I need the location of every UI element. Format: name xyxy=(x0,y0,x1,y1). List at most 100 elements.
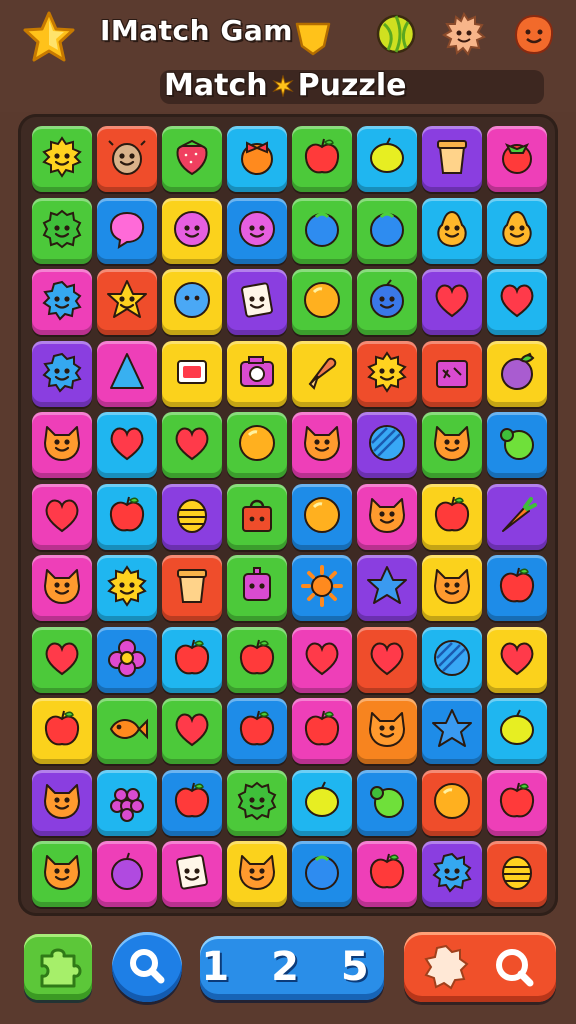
board-tile[interactable] xyxy=(227,197,287,264)
board-tile[interactable] xyxy=(97,197,157,264)
board-tile[interactable] xyxy=(162,197,222,264)
board-tile[interactable] xyxy=(32,555,92,621)
board-tile[interactable] xyxy=(487,841,547,907)
board-tile[interactable] xyxy=(97,126,157,192)
board-tile[interactable] xyxy=(227,412,287,478)
board-tile[interactable] xyxy=(487,698,547,764)
board-tile[interactable] xyxy=(292,698,352,764)
search-button[interactable] xyxy=(112,932,182,1002)
board-tile[interactable] xyxy=(422,126,482,192)
board-tile[interactable] xyxy=(162,412,222,478)
fig-icon xyxy=(501,352,535,390)
board-tile[interactable] xyxy=(422,769,482,836)
board-tile[interactable] xyxy=(97,769,157,836)
board-tile[interactable] xyxy=(487,769,547,836)
board-tile[interactable] xyxy=(357,412,417,478)
board-tile[interactable] xyxy=(227,626,287,693)
hint-button[interactable] xyxy=(24,934,92,1000)
shop-button[interactable] xyxy=(404,932,556,1002)
board-tile[interactable] xyxy=(162,126,222,192)
board-tile[interactable] xyxy=(422,197,482,264)
board-tile[interactable] xyxy=(97,269,157,335)
board-tile[interactable] xyxy=(357,626,417,693)
board-tile[interactable] xyxy=(97,483,157,550)
board-tile[interactable] xyxy=(357,269,417,335)
board-tile[interactable] xyxy=(162,555,222,621)
board-tile[interactable] xyxy=(162,483,222,550)
board-tile[interactable] xyxy=(32,769,92,836)
board-tile[interactable] xyxy=(227,698,287,764)
board-tile[interactable] xyxy=(422,269,482,335)
board-tile[interactable] xyxy=(357,340,417,407)
board-tile[interactable] xyxy=(32,412,92,478)
board-tile[interactable] xyxy=(97,841,157,907)
board-tile[interactable] xyxy=(97,412,157,478)
board-tile[interactable] xyxy=(162,626,222,693)
board-tile[interactable] xyxy=(227,269,287,335)
board-tile[interactable] xyxy=(422,555,482,621)
board-tile[interactable] xyxy=(32,197,92,264)
board-tile[interactable] xyxy=(97,626,157,693)
board-tile[interactable] xyxy=(422,698,482,764)
board-tile[interactable] xyxy=(32,626,92,693)
board-tile[interactable] xyxy=(162,340,222,407)
board-tile[interactable] xyxy=(357,555,417,621)
board-tile[interactable] xyxy=(357,126,417,192)
board-tile[interactable] xyxy=(32,841,92,907)
board-tile[interactable] xyxy=(487,340,547,407)
board-tile[interactable] xyxy=(357,841,417,907)
board-tile[interactable] xyxy=(292,555,352,621)
board-tile[interactable] xyxy=(162,698,222,764)
board-tile[interactable] xyxy=(422,412,482,478)
board-tile[interactable] xyxy=(292,626,352,693)
board-tile[interactable] xyxy=(487,555,547,621)
board-tile[interactable] xyxy=(227,483,287,550)
board-tile[interactable] xyxy=(487,197,547,264)
game-title: IMatch Gam xyxy=(100,14,293,47)
board-tile[interactable] xyxy=(227,555,287,621)
board-tile[interactable] xyxy=(487,412,547,478)
board-tile[interactable] xyxy=(422,626,482,693)
board-tile[interactable] xyxy=(97,340,157,407)
board-tile[interactable] xyxy=(292,483,352,550)
board-tile[interactable] xyxy=(292,841,352,907)
board-tile[interactable] xyxy=(97,555,157,621)
board-tile[interactable] xyxy=(162,841,222,907)
board-tile[interactable] xyxy=(292,340,352,407)
board-tile[interactable] xyxy=(227,340,287,407)
board-tile[interactable] xyxy=(32,698,92,764)
board-tile[interactable] xyxy=(357,769,417,836)
board-tile[interactable] xyxy=(32,340,92,407)
cat-face-icon xyxy=(44,569,80,604)
board-tile[interactable] xyxy=(422,340,482,407)
blueberry-icon xyxy=(370,212,404,247)
board-tile[interactable] xyxy=(227,769,287,836)
board-tile[interactable] xyxy=(292,412,352,478)
board-tile[interactable] xyxy=(357,197,417,264)
board-tile[interactable] xyxy=(97,698,157,764)
star-icon xyxy=(367,566,407,604)
board-tile[interactable] xyxy=(487,483,547,550)
board-tile[interactable] xyxy=(422,483,482,550)
board-tile[interactable] xyxy=(357,483,417,550)
board-tile[interactable] xyxy=(32,483,92,550)
board-tile[interactable] xyxy=(357,698,417,764)
board-tile[interactable] xyxy=(292,269,352,335)
orange-face-icon[interactable] xyxy=(512,12,556,56)
board-tile[interactable] xyxy=(162,769,222,836)
board-tile[interactable] xyxy=(487,126,547,192)
board-tile[interactable] xyxy=(487,269,547,335)
board-tile[interactable] xyxy=(292,197,352,264)
melon-icon[interactable] xyxy=(374,12,418,56)
board-tile[interactable] xyxy=(227,126,287,192)
board-tile[interactable] xyxy=(292,126,352,192)
board-tile[interactable] xyxy=(32,269,92,335)
board-tile[interactable] xyxy=(162,269,222,335)
board-tile[interactable] xyxy=(487,626,547,693)
cookie-face-icon[interactable] xyxy=(442,12,486,56)
board-tile[interactable] xyxy=(227,841,287,907)
board-tile[interactable] xyxy=(292,769,352,836)
board-tile[interactable] xyxy=(32,126,92,192)
cup-icon xyxy=(437,140,467,174)
board-tile[interactable] xyxy=(422,841,482,907)
